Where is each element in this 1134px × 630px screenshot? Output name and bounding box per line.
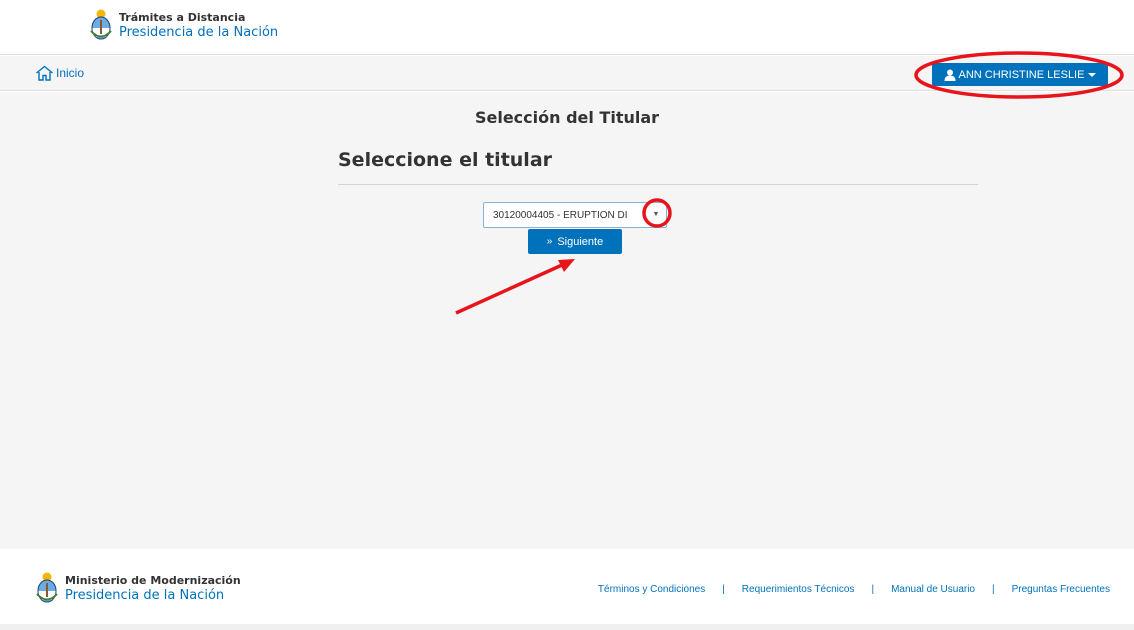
titular-select-value: 30120004405 - ERUPTION DI <box>493 210 628 221</box>
brand-title: Trámites a Distancia <box>119 10 246 24</box>
footer-separator: | <box>722 584 725 595</box>
section-title: Seleccione el titular <box>338 149 553 171</box>
header-brand[interactable]: Trámites a Distancia Presidencia de la N… <box>90 8 278 42</box>
footer-separator: | <box>871 584 875 595</box>
home-link[interactable]: Inicio <box>35 65 84 81</box>
brand-subtitle: Presidencia de la Nación <box>119 24 279 40</box>
dropdown-arrow-icon[interactable]: ▼ <box>648 206 664 224</box>
footer-link-terms[interactable]: Términos y Condiciones <box>598 584 705 595</box>
next-button[interactable]: » Siguiente <box>528 229 622 254</box>
footer-links: Términos y Condiciones | Requerimientos … <box>598 584 1110 595</box>
footer-separator: | <box>992 584 995 595</box>
page-title: Selección del Titular <box>474 108 660 127</box>
footer-link-manual[interactable]: Manual de Usuario <box>891 584 975 595</box>
titular-select[interactable]: 30120004405 - ERUPTION DI ▼ <box>483 202 667 228</box>
footer-brand: Ministerio de Modernización Presidencia … <box>36 571 241 605</box>
bottom-strip <box>0 624 1134 630</box>
user-name: ANN CHRISTINE LESLIE <box>958 68 1085 81</box>
next-button-label: Siguiente <box>557 235 604 248</box>
chevron-down-icon <box>1088 72 1097 77</box>
argentina-coat-of-arms-icon <box>36 572 58 603</box>
main-content: Selección del Titular Seleccione el titu… <box>0 92 1134 549</box>
footer-brand-subtitle: Presidencia de la Nación <box>65 587 225 603</box>
footer-brand-title: Ministerio de Modernización <box>65 573 241 587</box>
user-icon <box>944 69 956 81</box>
argentina-coat-of-arms-icon <box>90 9 112 40</box>
footer-link-requirements[interactable]: Requerimientos Técnicos <box>742 584 855 595</box>
user-menu-button[interactable]: ANN CHRISTINE LESLIE <box>932 63 1108 86</box>
navigation-bar: Inicio ANN CHRISTINE LESLIE <box>0 56 1134 91</box>
top-header: Trámites a Distancia Presidencia de la N… <box>0 0 1134 55</box>
footer: Ministerio de Modernización Presidencia … <box>0 549 1134 624</box>
home-icon <box>36 65 53 81</box>
section-divider <box>338 184 978 185</box>
home-label: Inicio <box>56 66 85 80</box>
footer-link-faq[interactable]: Preguntas Frecuentes <box>1012 584 1110 595</box>
double-chevron-right-icon: » <box>546 236 553 247</box>
